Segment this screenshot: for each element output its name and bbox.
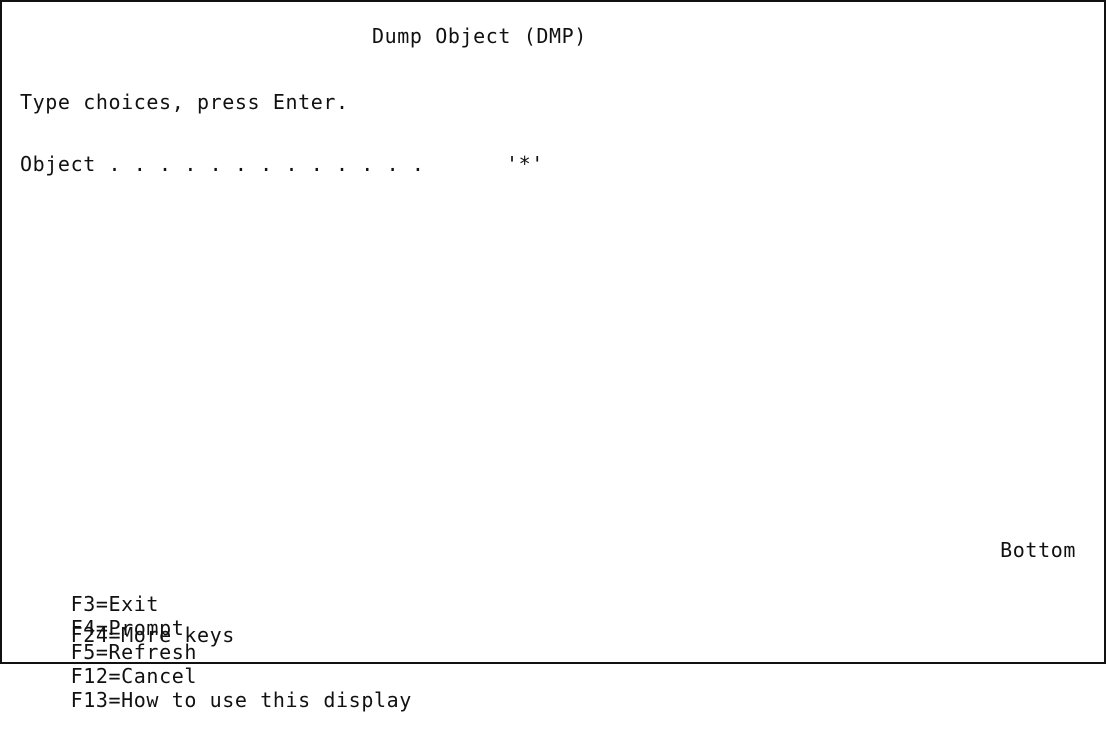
- bottom-indicator: Bottom: [1000, 538, 1076, 562]
- object-field-input[interactable]: '*': [506, 152, 544, 176]
- function-keys-row-2: F24=More keys: [20, 599, 235, 671]
- terminal-screen: Dump Object (DMP) Type choices, press En…: [0, 0, 1106, 712]
- object-field-label: Object . . . . . . . . . . . . .: [20, 152, 425, 176]
- instruction-text: Type choices, press Enter.: [20, 90, 349, 114]
- f13-help-key[interactable]: F13=How to use this display: [71, 688, 412, 712]
- screen-title: Dump Object (DMP): [372, 24, 587, 48]
- f24-more-keys-key[interactable]: F24=More keys: [71, 623, 235, 647]
